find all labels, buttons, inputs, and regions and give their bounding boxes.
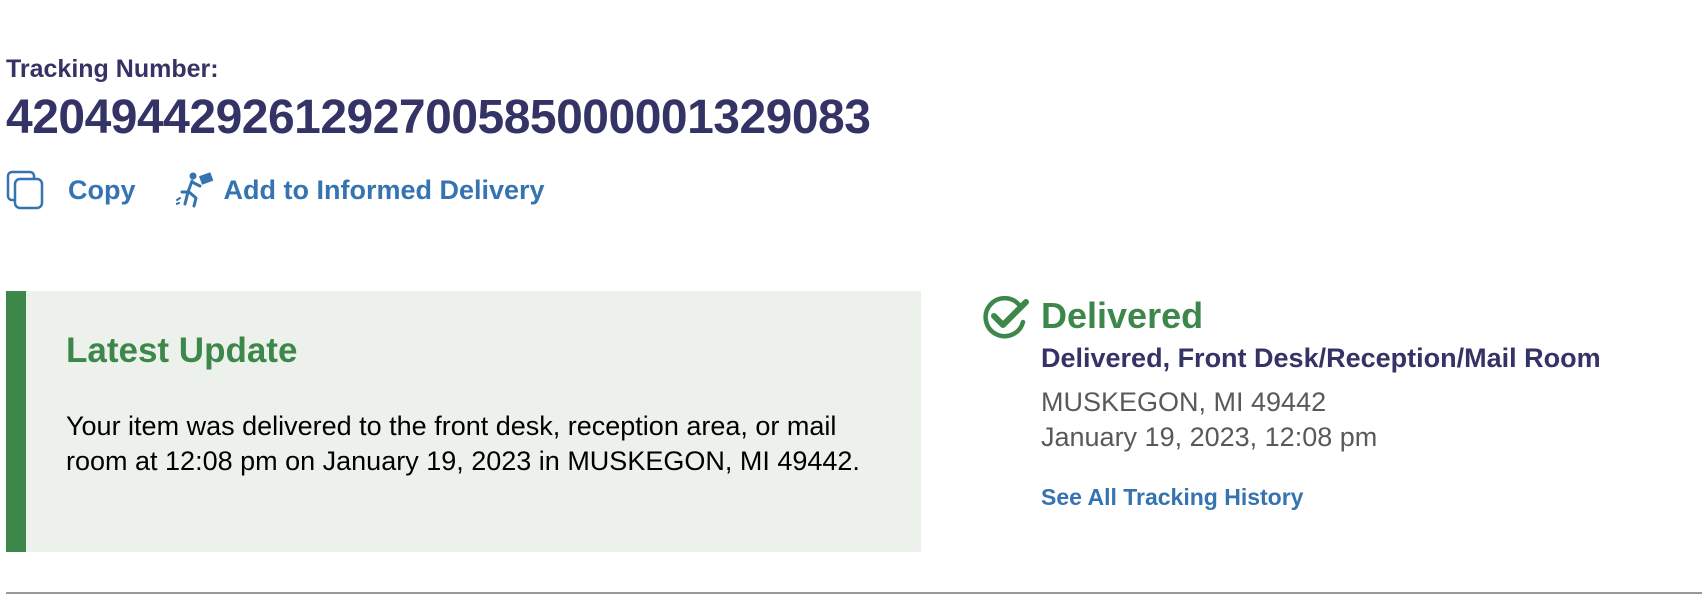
- see-all-tracking-history-link[interactable]: See All Tracking History: [1041, 482, 1303, 512]
- section-divider: [6, 592, 1702, 594]
- tracking-page: Tracking Number: 42049442926129270058500…: [0, 0, 1702, 608]
- add-to-informed-delivery-link[interactable]: Add to Informed Delivery: [175, 170, 545, 210]
- status-datetime: January 19, 2023, 12:08 pm: [1041, 422, 1378, 452]
- check-circle-icon: [982, 295, 1030, 340]
- add-to-informed-delivery-label: Add to Informed Delivery: [223, 174, 545, 205]
- latest-update-title: Latest Update: [66, 331, 298, 370]
- copy-button[interactable]: Copy: [6, 170, 136, 210]
- tracking-number: 420494429261292700585000001329083: [6, 91, 871, 144]
- copy-icon: [6, 170, 44, 210]
- status-detail: Delivered, Front Desk/Reception/Mail Roo…: [1041, 343, 1601, 373]
- copy-label: Copy: [68, 174, 136, 205]
- tracking-number-label: Tracking Number:: [6, 55, 219, 83]
- mail-carrier-icon: [175, 170, 216, 210]
- status-heading: Delivered: [1041, 295, 1204, 336]
- status-location: MUSKEGON, MI 49442: [1041, 387, 1327, 417]
- latest-update-panel: Latest Update Your item was delivered to…: [6, 291, 921, 552]
- latest-update-body: Your item was delivered to the front des…: [66, 411, 860, 476]
- tracking-actions: Copy Add to Informed Delivery: [6, 166, 545, 214]
